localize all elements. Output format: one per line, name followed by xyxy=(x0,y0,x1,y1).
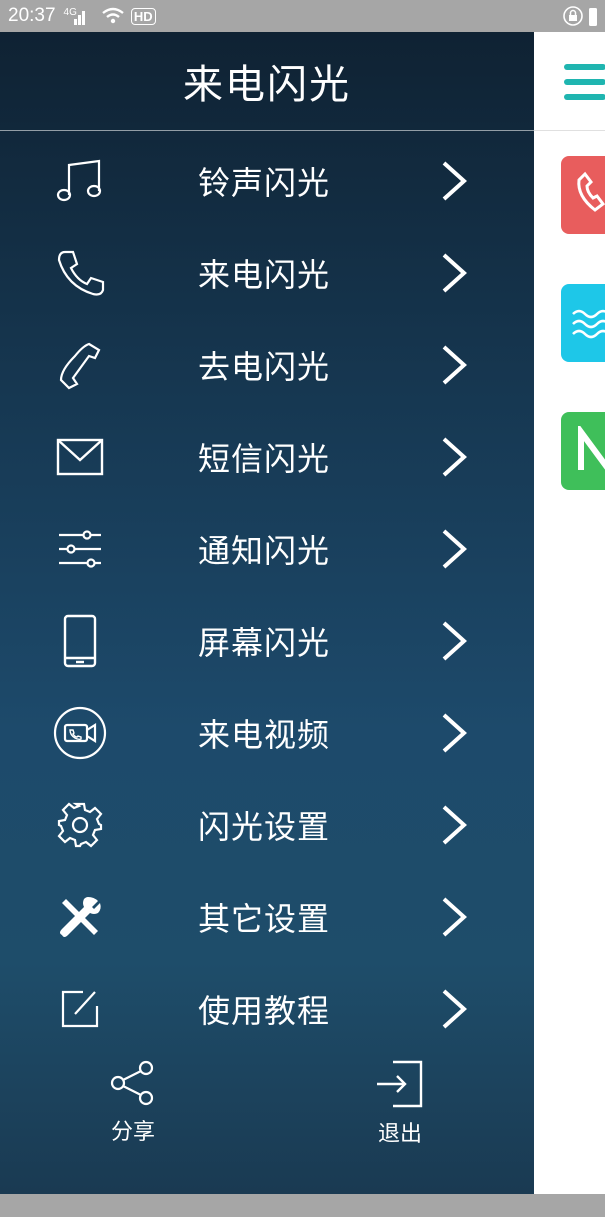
menu-item-screen-flash[interactable]: 屏幕闪光 xyxy=(0,595,534,687)
share-button[interactable]: 分享 xyxy=(78,1060,188,1170)
battery-icon xyxy=(589,6,597,26)
incoming-call-card[interactable] xyxy=(561,156,605,234)
phone-icon xyxy=(52,245,108,301)
menu-label: 闪光设置 xyxy=(198,808,331,846)
app-bar xyxy=(534,32,605,131)
menu-label: 来电视频 xyxy=(198,716,331,754)
gear-icon xyxy=(52,797,108,853)
chevron-right-icon xyxy=(442,897,467,937)
chevron-right-icon xyxy=(442,345,467,385)
chevron-right-icon xyxy=(442,805,467,845)
navigation-drawer: 来电闪光 铃声闪光 来电闪光 去电闪光 短信闪光 通知闪光 屏幕闪光 来电视频 … xyxy=(0,32,534,1194)
menu-label: 屏幕闪光 xyxy=(198,624,331,662)
chevron-right-icon xyxy=(442,529,467,569)
status-bar: 20:37 4G HD xyxy=(0,0,605,32)
menu-item-incoming-video[interactable]: 来电视频 xyxy=(0,687,534,779)
exit-button[interactable]: 退出 xyxy=(345,1060,455,1170)
share-icon xyxy=(110,1060,156,1110)
chevron-right-icon xyxy=(442,253,467,293)
drawer-title: 来电闪光 xyxy=(183,62,351,108)
menu-label: 来电闪光 xyxy=(198,256,331,294)
hd-badge: HD xyxy=(130,7,156,25)
tools-icon xyxy=(52,889,108,945)
n-letter-icon xyxy=(578,426,605,470)
menu-item-outgoing-flash[interactable]: 去电闪光 xyxy=(0,319,534,411)
main-content-peek xyxy=(534,32,605,1194)
phone-icon xyxy=(577,171,605,212)
menu-item-sms-flash[interactable]: 短信闪光 xyxy=(0,411,534,503)
handset-icon xyxy=(52,337,108,393)
drawer-footer: 分享 退出 xyxy=(0,1060,534,1180)
menu-item-flash-settings[interactable]: 闪光设置 xyxy=(0,779,534,871)
edit-icon xyxy=(52,981,108,1037)
menu-item-other-settings[interactable]: 其它设置 xyxy=(0,871,534,963)
video-call-icon xyxy=(52,705,108,761)
share-label: 分享 xyxy=(110,1120,155,1145)
menu-label: 铃声闪光 xyxy=(198,164,331,202)
sliders-icon xyxy=(52,521,108,577)
smartphone-icon xyxy=(52,613,108,669)
envelope-icon xyxy=(52,429,108,485)
chevron-right-icon xyxy=(442,437,467,477)
exit-label: 退出 xyxy=(377,1122,422,1147)
menu-label: 使用教程 xyxy=(198,992,331,1030)
menu-label: 短信闪光 xyxy=(198,440,331,478)
system-nav-bar xyxy=(0,1194,605,1217)
chevron-right-icon xyxy=(442,713,467,753)
network-type-label: 4G xyxy=(63,6,77,18)
lock-icon xyxy=(563,6,583,26)
drawer-header: 来电闪光 xyxy=(0,32,534,131)
music-note-icon xyxy=(52,153,108,209)
notification-card[interactable] xyxy=(561,412,605,490)
wave-icon xyxy=(572,309,605,339)
menu-item-incoming-flash[interactable]: 来电闪光 xyxy=(0,227,534,319)
exit-icon xyxy=(375,1060,425,1112)
menu-item-notification-flash[interactable]: 通知闪光 xyxy=(0,503,534,595)
wave-card[interactable] xyxy=(561,284,605,362)
hamburger-menu-icon[interactable] xyxy=(564,62,605,102)
menu-item-ringtone-flash[interactable]: 铃声闪光 xyxy=(0,135,534,227)
chevron-right-icon xyxy=(442,621,467,661)
menu-label: 其它设置 xyxy=(198,900,331,938)
status-time: 20:37 xyxy=(8,5,56,26)
wifi-icon xyxy=(101,7,125,25)
menu-item-tutorial[interactable]: 使用教程 xyxy=(0,963,534,1055)
chevron-right-icon xyxy=(442,161,467,201)
chevron-right-icon xyxy=(442,989,467,1029)
menu-label: 通知闪光 xyxy=(198,532,331,570)
menu-label: 去电闪光 xyxy=(198,348,331,386)
